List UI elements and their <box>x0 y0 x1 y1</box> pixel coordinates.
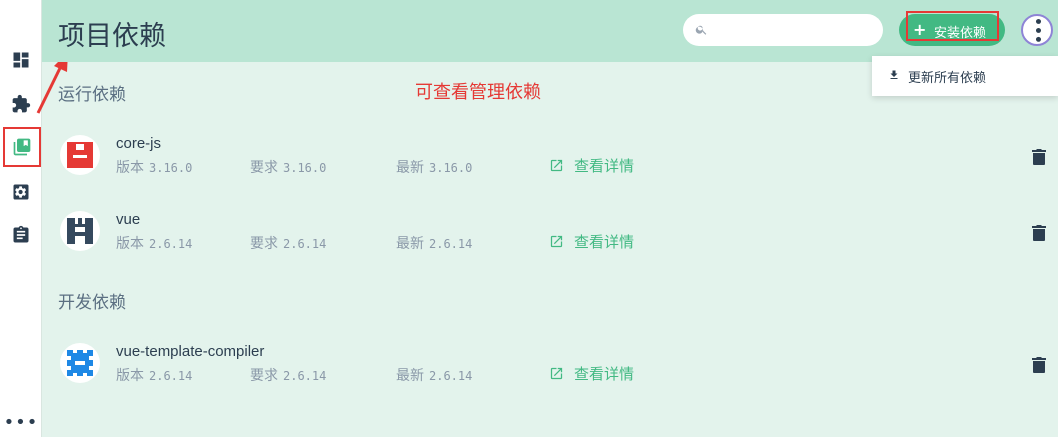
install-dependency-label: 安装依赖 <box>934 26 987 41</box>
annotation-text: 可查看管理依赖 <box>415 82 541 103</box>
clipboard-icon <box>13 225 29 243</box>
search-input[interactable] <box>715 20 875 40</box>
trash-icon <box>1032 357 1046 373</box>
view-details-link[interactable]: 查看详情 <box>549 155 634 176</box>
sidebar: ••• <box>0 0 42 437</box>
menu-item-update-all[interactable]: 更新所有依赖 <box>872 56 1058 96</box>
view-details-link[interactable]: 查看详情 <box>549 231 634 252</box>
dependency-name: vue <box>116 211 141 228</box>
vue-template-compiler-logo <box>60 343 100 383</box>
header: 项目依赖 + 安装依赖 ••• <box>42 0 1058 62</box>
sidebar-item-plugins[interactable] <box>0 88 42 120</box>
library-icon <box>13 138 31 156</box>
dependency-required: 要求 2.6.14 <box>250 368 327 384</box>
page-title: 项目依赖 <box>58 21 166 52</box>
dependency-latest: 最新 2.6.14 <box>396 368 473 384</box>
sidebar-item-dashboard[interactable] <box>0 44 42 76</box>
dependency-required: 要求 2.6.14 <box>250 236 327 252</box>
dependency-latest: 最新 3.16.0 <box>396 160 473 176</box>
dependency-required: 要求 3.16.0 <box>250 160 327 176</box>
search-box[interactable] <box>683 14 883 46</box>
open-in-new-icon <box>550 367 563 380</box>
delete-button[interactable] <box>1032 357 1046 373</box>
open-in-new-icon <box>550 235 563 248</box>
dependency-version: 版本 2.6.14 <box>116 236 193 252</box>
list-item: vue 版本 2.6.14 要求 2.6.14 最新 2.6.14 查看详情 <box>60 211 1058 271</box>
dependency-name: vue-template-compiler <box>116 343 265 360</box>
more-options-button[interactable]: ••• <box>1021 14 1053 46</box>
gear-icon <box>13 184 29 200</box>
download-icon <box>890 70 898 79</box>
list-item: vue-template-compiler 版本 2.6.14 要求 2.6.14 … <box>60 343 1058 403</box>
sidebar-item-configuration[interactable] <box>0 176 42 208</box>
section-title-dev: 开发依赖 <box>58 293 126 313</box>
sidebar-more-button[interactable]: ••• <box>0 410 42 434</box>
trash-icon <box>1032 149 1046 165</box>
dependency-version: 版本 3.16.0 <box>116 160 193 176</box>
sidebar-item-dependencies[interactable] <box>3 127 41 167</box>
dependency-latest: 最新 2.6.14 <box>396 236 473 252</box>
more-vert-icon: ••• <box>1029 16 1045 44</box>
core-js-logo <box>60 135 100 175</box>
view-details-link[interactable]: 查看详情 <box>549 363 634 384</box>
vue-logo <box>60 211 100 251</box>
dependency-version: 版本 2.6.14 <box>116 368 193 384</box>
delete-button[interactable] <box>1032 225 1046 241</box>
delete-button[interactable] <box>1032 149 1046 165</box>
puzzle-icon <box>12 94 31 113</box>
section-title-runtime: 运行依赖 <box>58 85 126 105</box>
dashboard-icon <box>13 52 29 68</box>
sidebar-item-tasks[interactable] <box>0 219 42 251</box>
list-item: core-js 版本 3.16.0 要求 3.16.0 最新 3.16.0 查看详情 <box>60 135 1058 195</box>
plus-icon: + <box>913 20 927 39</box>
more-options-menu: 更新所有依赖 <box>872 56 1058 96</box>
update-all-label: 更新所有依赖 <box>908 71 987 86</box>
trash-icon <box>1032 225 1046 241</box>
install-dependency-button[interactable]: + 安装依赖 <box>899 14 1005 46</box>
search-icon <box>695 25 707 35</box>
open-in-new-icon <box>550 159 563 172</box>
dependency-name: core-js <box>116 135 162 152</box>
